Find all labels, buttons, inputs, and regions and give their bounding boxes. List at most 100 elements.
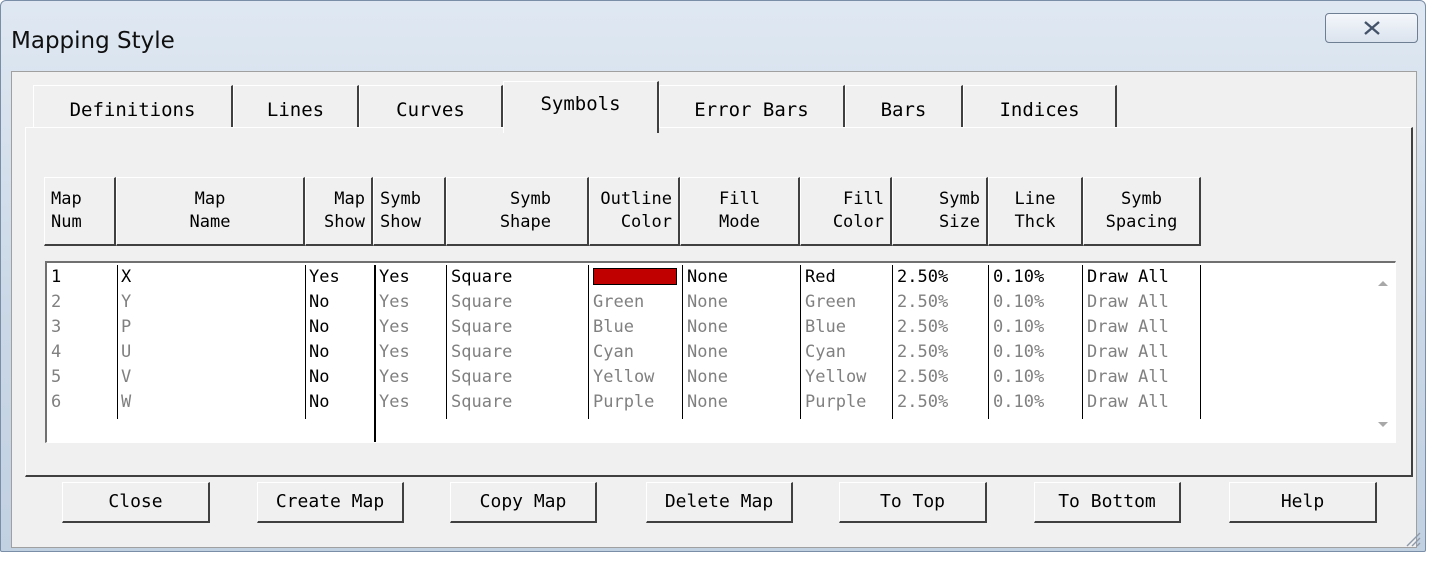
cell-symb-size[interactable]: 2.50% [893,290,948,315]
cell-map-show[interactable]: No [305,340,329,365]
cell-outline-color[interactable]: Purple [589,390,654,415]
cell-symb-show[interactable]: Yes [375,365,410,390]
header-map-num[interactable]: Map Num [44,177,116,246]
cell-symb-shape[interactable]: Square [447,265,512,290]
cell-map-show[interactable]: No [305,390,329,415]
cell-map-num[interactable]: 4 [47,340,61,365]
cell-line-thck[interactable]: 0.10% [989,290,1044,315]
cell-fill-mode[interactable]: None [683,390,728,415]
cell-fill-color[interactable]: Cyan [801,340,846,365]
cell-outline-color[interactable]: Cyan [589,340,634,365]
cell-map-name[interactable]: W [117,390,131,415]
cell-fill-color[interactable]: Green [801,290,856,315]
cell-symb-shape[interactable]: Square [447,365,512,390]
symbol-mapping-grid[interactable]: 1 X Yes Yes Square None Red 2.50% 0.10% Draw All 2… [45,261,1396,443]
cell-symb-show[interactable]: Yes [375,340,410,365]
cell-line-thck[interactable]: 0.10% [989,265,1044,290]
cell-line-thck[interactable]: 0.10% [989,340,1044,365]
cell-fill-color[interactable]: Blue [801,315,846,340]
cell-fill-mode[interactable]: None [683,340,728,365]
cell-fill-mode[interactable]: None [683,365,728,390]
scroll-up-arrow-icon[interactable] [1373,273,1393,293]
cell-symb-size[interactable]: 2.50% [893,315,948,340]
cell-symb-size[interactable]: 2.50% [893,340,948,365]
cell-symb-show[interactable]: Yes [375,290,410,315]
cell-symb-show[interactable]: Yes [375,390,410,415]
header-map-show[interactable]: Map Show [305,177,373,246]
delete-map-button[interactable]: Delete Map [646,482,793,523]
to-bottom-button[interactable]: To Bottom [1034,482,1181,523]
header-symb-spacing[interactable]: Symb Spacing [1083,177,1201,246]
cell-fill-color[interactable]: Yellow [801,365,866,390]
cell-symb-show[interactable]: Yes [375,265,410,290]
column-divider [374,265,376,442]
cell-symb-spacing[interactable]: Draw All [1083,315,1169,340]
cell-fill-color[interactable]: Purple [801,390,866,415]
cell-fill-mode[interactable]: None [683,290,728,315]
header-symb-show[interactable]: Symb Show [373,177,446,246]
cell-symb-size[interactable]: 2.50% [893,390,948,415]
help-button[interactable]: Help [1229,482,1377,523]
cell-symb-spacing[interactable]: Draw All [1083,290,1169,315]
cell-outline-color[interactable]: Yellow [589,365,654,390]
cell-fill-mode[interactable]: None [683,265,728,290]
cell-map-name[interactable]: P [117,315,131,340]
cell-symb-show[interactable]: Yes [375,315,410,340]
to-top-button[interactable]: To Top [839,482,987,523]
cell-map-show[interactable]: No [305,290,329,315]
cell-fill-color[interactable]: Red [801,265,836,290]
cell-map-num[interactable]: 1 [47,265,61,290]
cell-map-show[interactable]: Yes [305,265,340,290]
tab-lines[interactable]: Lines [233,85,359,127]
cell-symb-size[interactable]: 2.50% [893,265,948,290]
cell-symb-spacing[interactable]: Draw All [1083,340,1169,365]
cell-symb-shape[interactable]: Square [447,315,512,340]
cell-map-num[interactable]: 3 [47,315,61,340]
create-map-button[interactable]: Create Map [257,482,404,523]
cell-outline-color[interactable]: Blue [589,315,634,340]
tab-error-bars[interactable]: Error Bars [659,85,845,127]
tab-bars[interactable]: Bars [845,85,963,127]
scroll-down-arrow-icon[interactable] [1373,414,1393,434]
resize-grip-icon[interactable] [1403,529,1421,547]
cell-map-name[interactable]: X [117,265,131,290]
cell-symb-spacing[interactable]: Draw All [1083,365,1169,390]
cell-symb-size[interactable]: 2.50% [893,365,948,390]
outline-color-swatch[interactable] [593,268,677,285]
cell-map-name[interactable]: Y [117,290,131,315]
header-symb-size[interactable]: Symb Size [892,177,988,246]
column-divider [588,265,589,419]
tab-curves[interactable]: Curves [359,85,503,127]
tab-symbols[interactable]: Symbols [503,81,659,133]
cell-symb-shape[interactable]: Square [447,390,512,415]
cell-outline-color[interactable]: Green [589,290,644,315]
copy-map-button[interactable]: Copy Map [450,482,597,523]
cell-outline-color[interactable] [589,265,677,290]
vertical-scrollbar[interactable] [1373,267,1393,438]
cell-map-num[interactable]: 5 [47,365,61,390]
cell-map-name[interactable]: V [117,365,131,390]
cell-map-show[interactable]: No [305,365,329,390]
cell-symb-shape[interactable]: Square [447,290,512,315]
cell-fill-mode[interactable]: None [683,315,728,340]
tab-definitions[interactable]: Definitions [33,85,233,127]
header-fill-mode[interactable]: Fill Mode [680,177,800,246]
cell-map-num[interactable]: 2 [47,290,61,315]
cell-line-thck[interactable]: 0.10% [989,390,1044,415]
cell-symb-spacing[interactable]: Draw All [1083,265,1169,290]
header-line-thck[interactable]: Line Thck [988,177,1083,246]
close-button[interactable]: Close [62,482,210,523]
header-map-name[interactable]: Map Name [116,177,305,246]
tab-indices[interactable]: Indices [963,85,1117,127]
header-outline-color[interactable]: Outline Color [589,177,680,246]
cell-symb-spacing[interactable]: Draw All [1083,390,1169,415]
cell-line-thck[interactable]: 0.10% [989,365,1044,390]
cell-symb-shape[interactable]: Square [447,340,512,365]
cell-line-thck[interactable]: 0.10% [989,315,1044,340]
header-fill-color[interactable]: Fill Color [800,177,892,246]
cell-map-show[interactable]: No [305,315,329,340]
window-close-button[interactable] [1325,13,1418,43]
header-symb-shape[interactable]: Symb Shape [446,177,589,246]
cell-map-name[interactable]: U [117,340,131,365]
cell-map-num[interactable]: 6 [47,390,61,415]
